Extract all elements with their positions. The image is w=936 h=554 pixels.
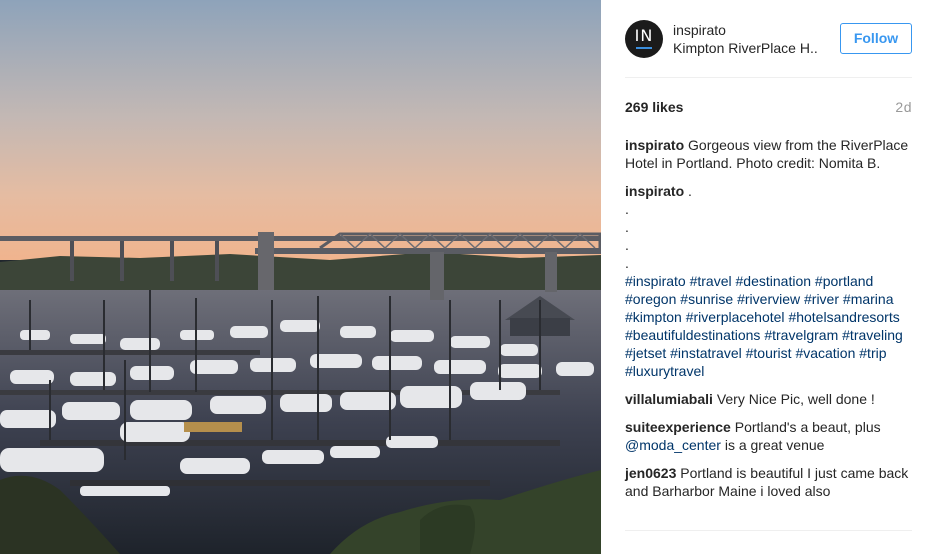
comment-divider: [625, 530, 912, 531]
hashtag-link[interactable]: #portland: [815, 273, 873, 289]
comment: jen0623 Portland is beautiful I just cam…: [625, 464, 911, 500]
hashtag-link[interactable]: #inspirato: [625, 273, 686, 289]
comments-list: inspirato Gorgeous view from the RiverPl…: [625, 136, 912, 500]
post-header: IN inspirato Kimpton RiverPlace H.. Foll…: [625, 0, 912, 78]
comment: villalumiabali Very Nice Pic, well done …: [625, 390, 911, 408]
post-author: inspirato Kimpton RiverPlace H..: [673, 21, 840, 57]
comment-text: is a great venue: [724, 437, 825, 453]
post-sidebar: IN inspirato Kimpton RiverPlace H.. Foll…: [601, 0, 936, 554]
comment-username[interactable]: villalumiabali: [625, 391, 713, 407]
likes-count[interactable]: 269 likes: [625, 99, 683, 115]
post-photo[interactable]: [0, 0, 601, 554]
hashtag-link[interactable]: #riverplacehotel: [686, 309, 785, 325]
hashtag-link[interactable]: #sunrise: [680, 291, 733, 307]
marina-sunset-image: [0, 0, 601, 554]
caption: inspirato Gorgeous view from the RiverPl…: [625, 136, 911, 172]
hashtag-link[interactable]: #jetset: [625, 345, 666, 361]
hashtag-link[interactable]: #traveling: [842, 327, 903, 343]
comment-text: Portland's a beaut, plus: [734, 419, 881, 435]
hashtag-link[interactable]: #trip: [859, 345, 886, 361]
comment-username[interactable]: inspirato: [625, 137, 684, 153]
post-stats: 269 likes 2d: [625, 98, 912, 116]
hashtag-link[interactable]: #travelgram: [764, 327, 838, 343]
comment-text: Very Nice Pic, well done !: [716, 391, 875, 407]
hashtag-link[interactable]: #oregon: [625, 291, 676, 307]
hashtag-comment: inspirato . . . . . #inspirato #travel #…: [625, 182, 911, 380]
avatar[interactable]: IN: [625, 19, 663, 58]
hashtag-link[interactable]: #marina: [843, 291, 894, 307]
instagram-post: IN inspirato Kimpton RiverPlace H.. Foll…: [0, 0, 936, 554]
comment: suiteexperience Portland's a beaut, plus…: [625, 418, 911, 454]
avatar-underline: [636, 47, 652, 49]
hashtag-link[interactable]: #riverview: [737, 291, 800, 307]
mention-link[interactable]: @moda_center: [625, 437, 721, 453]
comment-dot-line: .: [625, 255, 629, 271]
hashtag-link[interactable]: #hotelsandresorts: [788, 309, 899, 325]
comment-dot-line: .: [625, 237, 629, 253]
comment-dot-line: .: [625, 201, 629, 217]
comment-dot-line: .: [625, 219, 629, 235]
hashtag-link[interactable]: #beautifuldestinations: [625, 327, 760, 343]
hashtag-list: #inspirato #travel #destination #portlan…: [625, 272, 911, 380]
post-age[interactable]: 2d: [895, 99, 912, 115]
hashtag-link[interactable]: #travel: [690, 273, 732, 289]
hashtag-link[interactable]: #river: [804, 291, 839, 307]
avatar-initials: IN: [634, 26, 654, 45]
comment-username[interactable]: inspirato: [625, 183, 684, 199]
comment-username[interactable]: jen0623: [625, 465, 676, 481]
hashtag-link[interactable]: #instatravel: [670, 345, 742, 361]
hashtag-link[interactable]: #kimpton: [625, 309, 682, 325]
hashtag-link[interactable]: #tourist: [746, 345, 792, 361]
hashtag-link[interactable]: #luxurytravel: [625, 363, 704, 379]
hashtag-link[interactable]: #destination: [736, 273, 812, 289]
comment-username[interactable]: suiteexperience: [625, 419, 731, 435]
hashtag-link[interactable]: #vacation: [795, 345, 855, 361]
comment-text: .: [688, 183, 692, 199]
author-username[interactable]: inspirato: [673, 21, 840, 39]
follow-button[interactable]: Follow: [840, 23, 912, 54]
post-location[interactable]: Kimpton RiverPlace H..: [673, 39, 823, 57]
